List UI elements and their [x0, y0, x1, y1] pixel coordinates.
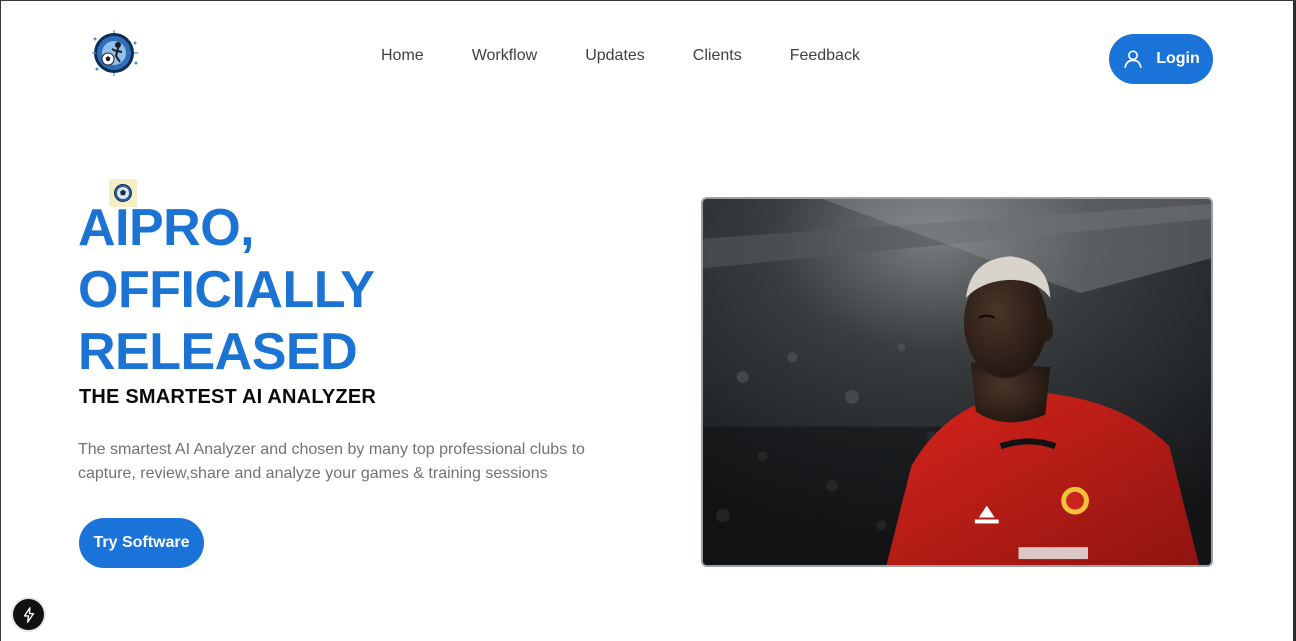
login-label: Login: [1156, 50, 1200, 67]
hero-title-line: RELEASED: [78, 323, 358, 381]
football-player-photo: [703, 199, 1211, 565]
nav-clients[interactable]: Clients: [693, 45, 742, 67]
nav-feedback[interactable]: Feedback: [790, 45, 860, 67]
user-icon: [1124, 50, 1142, 69]
site-logo[interactable]: [89, 29, 141, 77]
main-nav: Home Workflow Updates Clients Feedback: [381, 45, 860, 67]
hero-title-line: OFFICIALLY: [78, 261, 375, 319]
hero-description: The smartest AI Analyzer and chosen by m…: [78, 441, 585, 482]
nav-updates[interactable]: Updates: [585, 45, 645, 67]
nav-workflow[interactable]: Workflow: [472, 45, 538, 67]
lightning-icon[interactable]: [13, 599, 44, 630]
try-software-button[interactable]: Try Software: [79, 518, 204, 568]
hero-title: AIPRO, OFFICIALLY RELEASED: [78, 197, 598, 383]
login-button[interactable]: Login: [1109, 34, 1213, 84]
hero-title-line: AIPRO,: [78, 199, 255, 257]
nav-home[interactable]: Home: [381, 45, 424, 67]
hero-image: [701, 197, 1213, 567]
page: Home Workflow Updates Clients Feedback L…: [0, 0, 1296, 641]
soccer-analytics-logo-icon: [92, 30, 138, 76]
hero-subtitle: THE SMARTEST AI ANALYZER: [79, 386, 377, 408]
